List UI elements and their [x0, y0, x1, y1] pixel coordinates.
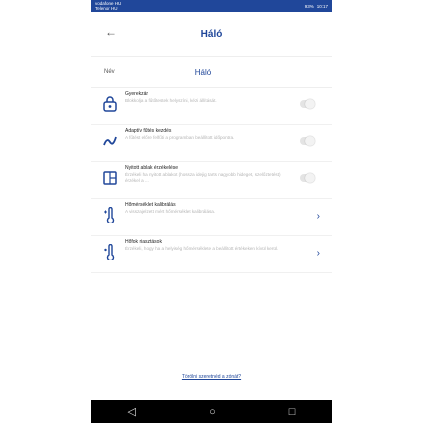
name-row: Név Háló [91, 57, 332, 88]
open-window-toggle[interactable] [300, 173, 315, 183]
child-lock-toggle[interactable] [300, 99, 315, 109]
setting-desc: A visszajelzett mért hőmérséklet kalibrá… [125, 209, 216, 214]
setting-desc: Blokkolja a fűtőtestek helyszíni, kézi á… [125, 98, 217, 103]
nav-home-icon[interactable]: ○ [209, 406, 216, 418]
setting-desc: Érzékeli, hogy ha a helyiség hőmérséklet… [125, 246, 279, 251]
setting-open-window[interactable]: Nyitott ablak érzékelése Érzékeli ha nyi… [91, 162, 332, 199]
setting-temp-alerts[interactable]: Hőfok riasztások Érzékeli, hogy ha a hel… [91, 236, 332, 273]
status-bar: vodafone HU Telenor HU 93% 10:17 [91, 0, 332, 12]
setting-title: Hőfok riasztások [125, 239, 162, 245]
lock-icon [103, 96, 117, 112]
window-icon [103, 171, 117, 185]
setting-title: Gyerekzár [125, 91, 149, 97]
time-text: 10:17 [316, 3, 328, 9]
setting-temp-calibration[interactable]: Hőmérséklet kalibrálás A visszajelzett m… [91, 199, 332, 236]
phone-screen: vodafone HU Telenor HU 93% 10:17 ← Háló … [91, 0, 332, 423]
setting-title: Nyitott ablak érzékelése [125, 165, 179, 171]
adaptive-start-toggle[interactable] [300, 136, 315, 146]
chevron-right-icon[interactable]: › [317, 248, 320, 259]
top-bar: ← Háló [91, 12, 332, 57]
adaptive-curve-icon [103, 136, 117, 146]
carrier-text: vodafone HU Telenor HU [95, 1, 122, 11]
nav-recent-icon[interactable]: □ [289, 406, 296, 418]
thermometer-alert-icon [104, 244, 115, 260]
name-label: Név [104, 69, 115, 75]
battery-text: 93% [304, 3, 314, 9]
chevron-right-icon[interactable]: › [317, 211, 320, 222]
thermometer-plus-minus-icon [104, 207, 115, 223]
system-nav-bar: ◁ ○ □ [91, 400, 332, 423]
setting-child-lock[interactable]: Gyerekzár Blokkolja a fűtőtestek helyszí… [91, 88, 332, 125]
setting-title: Adaptív fűtés kezdés [125, 128, 172, 134]
delete-zone-link[interactable]: Törölni szeretnéd a zónát? [91, 374, 332, 380]
nav-back-icon[interactable]: ◁ [128, 405, 136, 418]
setting-desc: Érzékeli ha nyitott ablakot (hossza idej… [125, 172, 281, 183]
page-title: Háló [200, 28, 223, 40]
setting-adaptive-start[interactable]: Adaptív fűtés kezdés A fűtést előre felf… [91, 125, 332, 162]
status-right: 93% 10:17 [305, 4, 328, 9]
setting-desc: A fűtést előre felfűti a programban beál… [125, 135, 235, 140]
name-value[interactable]: Háló [134, 68, 332, 77]
setting-title: Hőmérséklet kalibrálás [125, 202, 176, 208]
